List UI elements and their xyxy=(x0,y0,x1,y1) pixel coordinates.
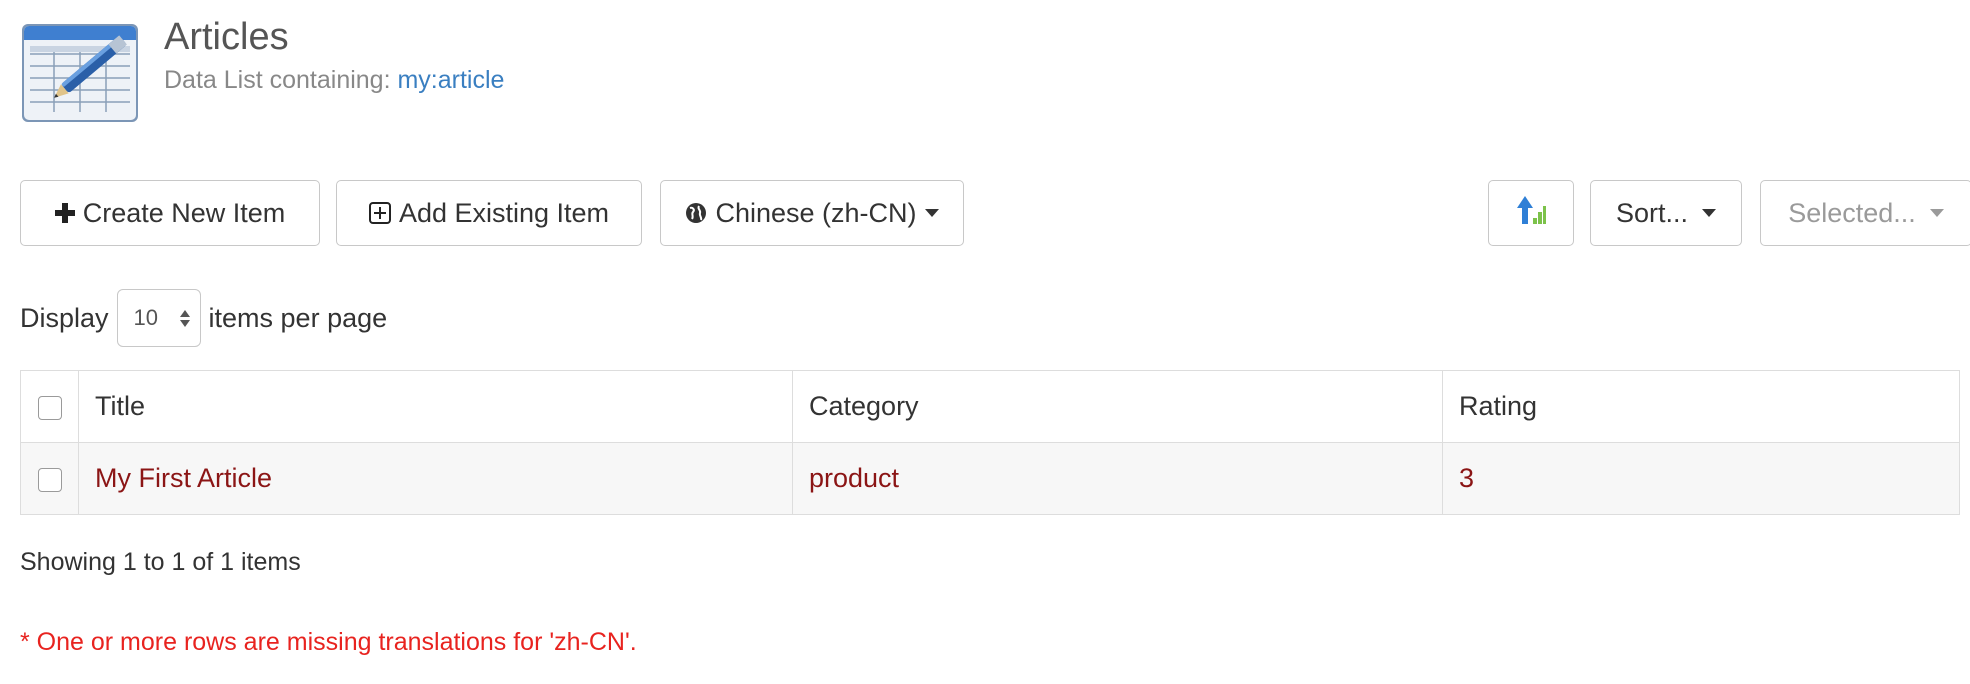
globe-icon xyxy=(685,202,707,224)
page-size-control: Display 10 items per page xyxy=(20,288,387,348)
selected-label: Selected... xyxy=(1788,197,1916,228)
add-existing-item-button[interactable]: Add Existing Item xyxy=(336,180,642,246)
table-row[interactable]: My First Article product 3 xyxy=(20,442,1960,515)
cell-category[interactable]: product xyxy=(792,442,1443,515)
sort-order-button[interactable] xyxy=(1488,180,1574,246)
create-new-item-button[interactable]: Create New Item xyxy=(20,180,320,246)
display-suffix: items per page xyxy=(208,302,388,333)
table-header-row: Title Category Rating xyxy=(20,370,1960,443)
cell-title[interactable]: My First Article xyxy=(78,442,793,515)
updown-arrows-icon xyxy=(179,309,190,327)
subtitle-prefix: Data List containing: xyxy=(164,66,398,94)
page-header: Articles Data List containing: my:articl… xyxy=(20,14,504,134)
add-existing-item-label: Add Existing Item xyxy=(398,197,610,228)
items-count: Showing 1 to 1 of 1 items xyxy=(20,548,301,576)
cell-rating[interactable]: 3 xyxy=(1442,442,1960,515)
data-table: Title Category Rating My First Article p… xyxy=(20,370,1960,515)
sort-label: Sort... xyxy=(1615,197,1689,228)
chevron-down-icon xyxy=(924,209,939,217)
page-subtitle: Data List containing: my:article xyxy=(164,62,504,98)
chevron-down-icon xyxy=(1929,209,1944,217)
display-prefix: Display xyxy=(20,302,109,333)
row-checkbox[interactable] xyxy=(37,467,62,492)
page-size-value: 10 xyxy=(133,305,159,330)
language-dropdown[interactable]: Chinese (zh-CN) xyxy=(660,180,964,246)
missing-translation-warning: * One or more rows are missing translati… xyxy=(20,628,637,656)
page-title: Articles xyxy=(164,16,289,58)
select-all-cell xyxy=(20,370,79,443)
column-header-rating[interactable]: Rating xyxy=(1442,370,1960,443)
sort-order-icon xyxy=(1515,194,1547,233)
row-select-cell xyxy=(20,442,79,515)
language-label: Chinese (zh-CN) xyxy=(715,197,917,228)
datalist-pen-icon xyxy=(22,24,138,122)
create-new-item-label: Create New Item xyxy=(82,197,286,228)
selected-actions-dropdown[interactable]: Selected... xyxy=(1760,180,1970,246)
select-all-checkbox[interactable] xyxy=(37,395,62,420)
content-type-link[interactable]: my:article xyxy=(397,66,504,94)
chevron-down-icon xyxy=(1702,209,1717,217)
page-size-select[interactable]: 10 xyxy=(116,289,201,347)
column-header-category[interactable]: Category xyxy=(792,370,1443,443)
plus-square-icon xyxy=(368,202,391,224)
sort-dropdown[interactable]: Sort... xyxy=(1590,180,1742,246)
column-header-title[interactable]: Title xyxy=(78,370,793,443)
plus-icon xyxy=(54,203,75,223)
